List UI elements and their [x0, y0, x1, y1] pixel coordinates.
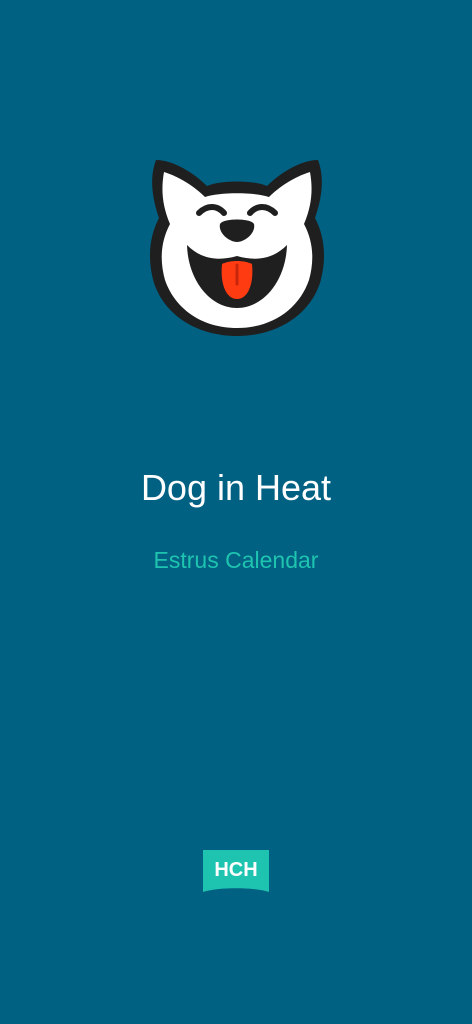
app-title: Dog in Heat	[140, 467, 332, 508]
app-subtitle: Estrus Calendar	[153, 547, 319, 573]
splash-screen: Dog in Heat Estrus Calendar HCH	[0, 0, 472, 1024]
dog-face-icon	[149, 160, 325, 336]
brand-label: HCH	[214, 859, 258, 881]
